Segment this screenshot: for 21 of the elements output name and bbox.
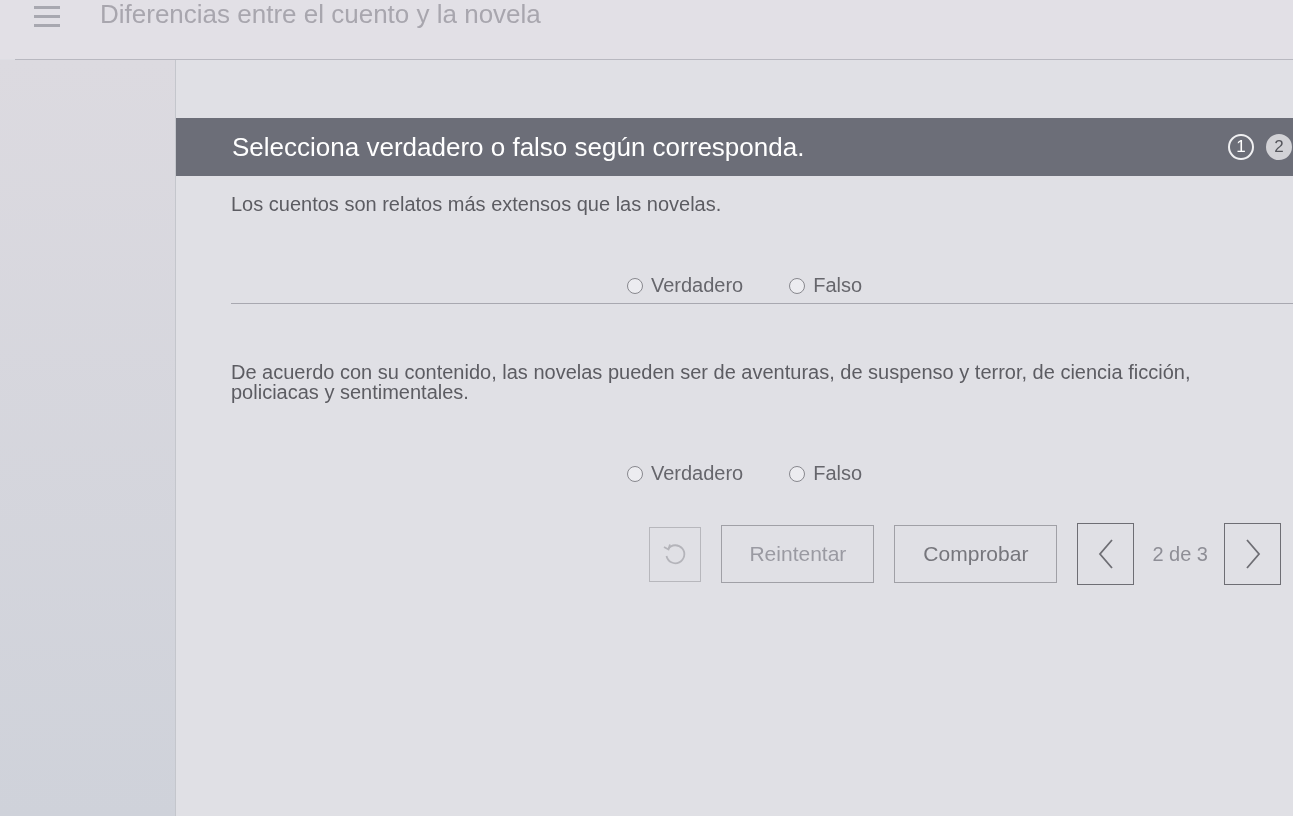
- option-label[interactable]: Falso: [813, 462, 863, 485]
- question-text: De acuerdo con su contenido, las novelas pueden ser de aventuras, de suspenso y terror, de ciencia ficción, policiacas y sentimentales.: [231, 362, 1192, 402]
- next-button[interactable]: [1224, 523, 1281, 585]
- chevron-right-icon: [1244, 539, 1261, 569]
- page-title: Diferencias entre el cuento y la novela: [100, 0, 541, 28]
- check-button[interactable]: Comprobar: [894, 525, 1058, 583]
- radio-button[interactable]: [626, 277, 643, 294]
- option-label[interactable]: Verdadero: [650, 274, 744, 297]
- option-label[interactable]: Verdadero: [650, 462, 744, 485]
- menu-icon[interactable]: [34, 4, 60, 30]
- radio-button[interactable]: [789, 277, 806, 294]
- option-label[interactable]: Falso: [813, 274, 863, 297]
- instruction-text: Selecciona verdadero o falso según corresponda.: [232, 131, 806, 163]
- previous-button[interactable]: [1077, 523, 1135, 585]
- chevron-left-icon: [1097, 539, 1114, 569]
- step-indicator[interactable]: 1: [1228, 134, 1254, 160]
- page-counter: 2 de 3: [1152, 542, 1208, 566]
- question-text: Los cuentos son relatos más extensos que las novelas.: [231, 194, 723, 214]
- step-indicator[interactable]: 2: [1266, 134, 1292, 160]
- radio-button[interactable]: [789, 465, 806, 482]
- radio-button[interactable]: [626, 465, 643, 482]
